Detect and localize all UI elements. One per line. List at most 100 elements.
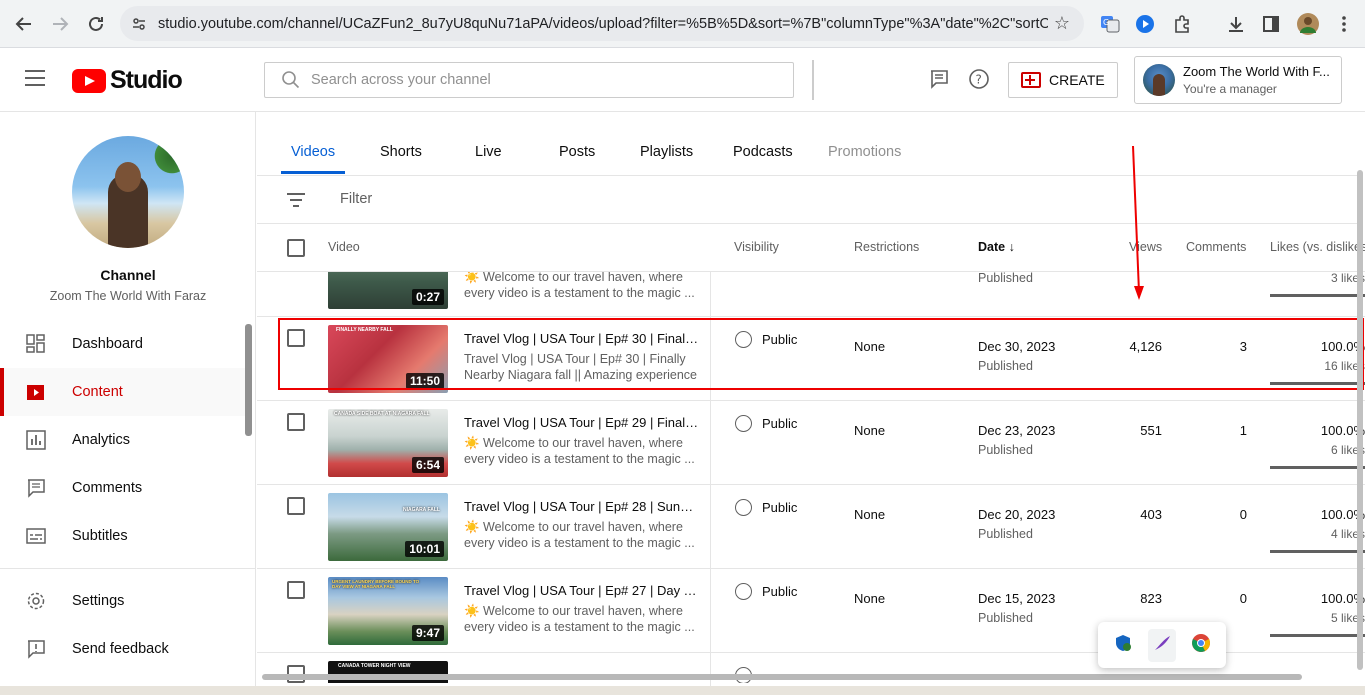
publish-status: Published (978, 443, 1033, 457)
likes-bar (1270, 550, 1365, 553)
sidebar-item-dashboard[interactable]: Dashboard (0, 320, 246, 368)
video-thumbnail[interactable]: URGENT LAUNDRY BEFORE BOUND TO DAY VIEW … (328, 577, 448, 645)
likes-bar (1270, 294, 1365, 297)
url-text: studio.youtube.com/channel/UCaZFun2_8u7y… (158, 15, 1048, 32)
video-title[interactable]: Travel Vlog | USA Tour | Ep# 29 | Finall… (464, 415, 699, 430)
comments-cell: 0 (1239, 591, 1247, 606)
visibility-label: Public (762, 584, 798, 599)
visibility-label: Public (762, 416, 798, 431)
filter-bar[interactable]: Filter (257, 176, 1357, 224)
video-thumbnail[interactable]: FINALLY NEARBY FALL 11:50 (328, 325, 448, 393)
header-restrictions[interactable]: Restrictions (854, 240, 919, 254)
sidebar-item-comments[interactable]: Comments (0, 464, 246, 512)
filter-icon[interactable] (287, 193, 305, 211)
reload-button[interactable] (78, 6, 114, 42)
video-title[interactable]: Travel Vlog | USA Tour | Ep# 27 | Day Tr… (464, 583, 699, 598)
address-bar[interactable]: studio.youtube.com/channel/UCaZFun2_8u7y… (120, 6, 1084, 41)
gear-icon (25, 590, 47, 612)
search-input[interactable]: Search across your channel (264, 62, 794, 98)
sidebar-item-send-feedback[interactable]: Send feedback (0, 625, 246, 673)
analytics-icon (25, 429, 47, 451)
date-cell: Dec 20, 2023 (978, 507, 1056, 522)
site-settings-icon[interactable] (120, 16, 158, 32)
youtube-studio-logo[interactable]: Studio (72, 66, 183, 95)
restrictions-cell: None (854, 339, 886, 354)
feedback-flag-icon[interactable] (928, 68, 952, 92)
sidebar-item-subtitles[interactable]: Subtitles (0, 512, 246, 560)
tab-playlists[interactable]: Playlists (640, 144, 693, 160)
likes-bar (1270, 466, 1365, 469)
channel-avatar[interactable] (72, 136, 184, 248)
row-checkbox[interactable] (287, 581, 305, 599)
header-visibility[interactable]: Visibility (734, 240, 779, 254)
video-thumbnail[interactable]: 0:27 (328, 272, 448, 309)
feather-pen-icon[interactable] (1147, 628, 1176, 662)
hamburger-menu-icon[interactable] (25, 70, 45, 91)
browser-menu-icon[interactable] (1332, 12, 1356, 36)
tab-podcasts[interactable]: Podcasts (733, 144, 793, 160)
back-button[interactable] (6, 6, 42, 42)
downloads-icon[interactable] (1224, 12, 1248, 36)
table-vertical-scrollbar[interactable] (1357, 170, 1363, 670)
header-likes[interactable]: Likes (vs. dislikes) (1270, 240, 1365, 254)
select-all-checkbox[interactable] (287, 239, 305, 257)
extensions-puzzle-icon[interactable] (1170, 12, 1194, 36)
video-title[interactable]: Travel Vlog | USA Tour | Ep# 30 | Finall… (464, 331, 699, 346)
table-row[interactable]: FINALLY NEARBY FALL 11:50 Travel Vlog | … (257, 317, 1365, 401)
likes-count: 6 likes (1330, 443, 1365, 457)
likes-count: 5 likes (1330, 611, 1365, 625)
tab-live[interactable]: Live (475, 144, 502, 160)
extension-play-icon[interactable] (1133, 12, 1157, 36)
tab-posts[interactable]: Posts (559, 144, 595, 160)
security-shield-icon[interactable] (1113, 633, 1133, 658)
header-comments[interactable]: Comments (1186, 240, 1246, 254)
visibility-cell[interactable]: Public (735, 415, 797, 432)
table-row[interactable]: CANADA SIDE BOAT AT NIAGARA FALL 6:54 Tr… (257, 401, 1365, 485)
video-title[interactable]: Travel Vlog | USA Tour | Ep# 28 | Sunny … (464, 499, 699, 514)
sidebar-scrollbar[interactable] (245, 324, 252, 436)
help-icon[interactable]: ? (968, 68, 992, 92)
account-switcher[interactable]: Zoom The World With F... You're a manage… (1134, 56, 1342, 104)
comments-cell: 0 (1239, 507, 1247, 522)
side-panel-icon[interactable] (1259, 12, 1283, 36)
sidebar-item-label: Send feedback (72, 641, 169, 657)
filter-input[interactable]: Filter (340, 191, 372, 207)
views-cell: 4,126 (1129, 339, 1162, 354)
globe-icon (735, 499, 752, 516)
video-description: ☀️ Welcome to our travel haven, where ev… (464, 520, 695, 550)
sidebar-item-settings[interactable]: Settings (0, 577, 246, 625)
publish-status: Published (978, 272, 1033, 285)
table-row[interactable]: NIAGARA FALL 10:01 Travel Vlog | USA Tou… (257, 485, 1365, 569)
visibility-cell[interactable]: Public (735, 499, 797, 516)
account-name: Zoom The World With F... (1183, 64, 1330, 79)
date-cell: Dec 15, 2023 (978, 591, 1056, 606)
sidebar-item-label: Dashboard (72, 336, 143, 352)
feedback-icon (25, 638, 47, 660)
video-thumbnail[interactable]: CANADA SIDE BOAT AT NIAGARA FALL 6:54 (328, 409, 448, 477)
svg-text:G: G (1103, 18, 1109, 27)
video-description: ☀️ Welcome to our travel haven, where ev… (464, 272, 695, 300)
row-checkbox[interactable] (287, 497, 305, 515)
video-duration: 6:54 (411, 457, 444, 473)
bookmark-star-icon[interactable]: ☆ (1054, 13, 1070, 34)
profile-avatar[interactable] (1296, 12, 1320, 36)
create-button[interactable]: CREATE (1008, 62, 1118, 98)
visibility-cell[interactable]: Public (735, 331, 797, 348)
sidebar-item-content[interactable]: Content (0, 368, 246, 416)
row-checkbox[interactable] (287, 413, 305, 431)
forward-button[interactable] (42, 6, 78, 42)
sidebar-item-analytics[interactable]: Analytics (0, 416, 246, 464)
chrome-icon[interactable] (1191, 633, 1211, 658)
row-checkbox[interactable] (287, 329, 305, 347)
video-thumbnail[interactable]: NIAGARA FALL 10:01 (328, 493, 448, 561)
tab-shorts[interactable]: Shorts (380, 144, 422, 160)
comments-cell: 3 (1239, 339, 1247, 354)
tab-promotions[interactable]: Promotions (828, 144, 901, 160)
visibility-cell[interactable]: Public (735, 583, 797, 600)
tab-videos[interactable]: Videos (280, 144, 346, 174)
table-row[interactable]: 0:27 ☀️ Welcome to our travel haven, whe… (257, 272, 1365, 317)
video-description: ☀️ Welcome to our travel haven, where ev… (464, 436, 695, 466)
translate-icon[interactable]: G (1098, 12, 1122, 36)
header-date[interactable]: Date ↓ (978, 240, 1015, 254)
table-horizontal-scrollbar[interactable] (262, 674, 1302, 680)
